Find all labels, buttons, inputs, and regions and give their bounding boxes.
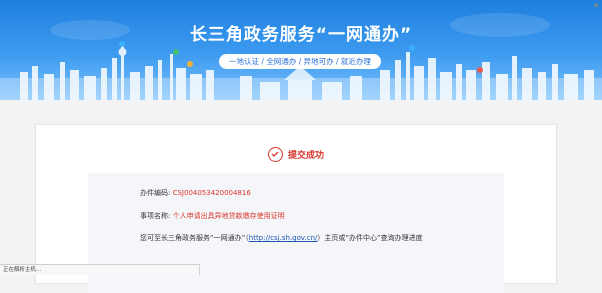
scroll-up-arrow-icon[interactable]: ▲ (594, 2, 599, 8)
note-prefix: 您可至长三角政务服务“一网通办”（ (140, 234, 249, 242)
success-text: 提交成功 (287, 150, 324, 161)
progress-note-row: 您可至长三角政务服务“一网通办”（http://csj.sh.gov.cn/）主… (140, 233, 423, 243)
details-panel: 办件编码: CSJ004053420004816 事项名称: 个人申请出具异地贷… (88, 173, 504, 293)
portal-link[interactable]: http://csj.sh.gov.cn/ (249, 234, 318, 242)
item-name-value: 个人申请出具异地贷款缴存使用证明 (172, 212, 285, 220)
header-banner: 长三角政务服务“一网通办” 一地认证 / 全网通办 / 异地可办 / 就近办理 … (0, 0, 602, 100)
case-number-row: 办件编码: CSJ004053420004816 (140, 188, 251, 198)
check-circle-icon (267, 146, 283, 162)
note-suffix: ）主页或“办件中心”查询办理进度 (317, 234, 423, 242)
case-number-value: CSJ004053420004816 (172, 189, 251, 197)
browser-status-bar: 正在解析主机... (0, 264, 200, 275)
city-skyline-illustration (0, 13, 602, 100)
banner-tagline: 一地认证 / 全网通办 / 异地可办 / 就近办理 (219, 54, 381, 69)
banner-title: 长三角政务服务“一网通办” (189, 25, 413, 45)
result-card: 提交成功 办件编码: CSJ004053420004816 事项名称: 个人申请… (35, 124, 557, 293)
case-number-label: 办件编码: (140, 189, 171, 197)
item-name-label: 事项名称: (140, 212, 171, 220)
item-name-row: 事项名称: 个人申请出具异地贷款缴存使用证明 (140, 211, 285, 221)
submit-success-header: 提交成功 (36, 145, 556, 163)
